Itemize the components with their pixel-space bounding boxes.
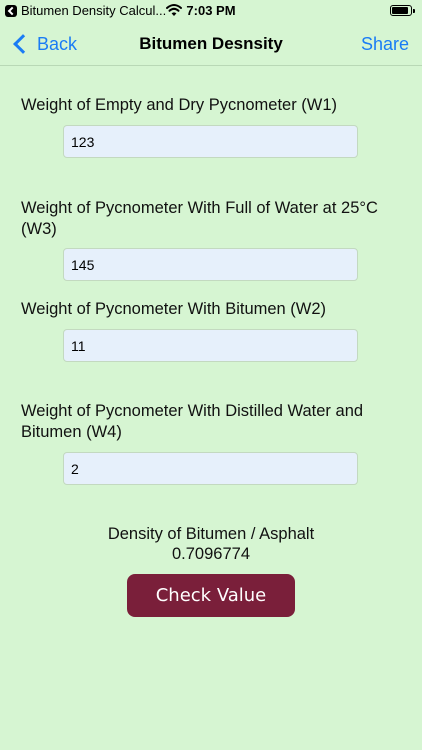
w2-label: Weight of Pycnometer With Bitumen (W2) <box>21 300 327 318</box>
check-value-button[interactable]: Check Value <box>127 574 295 617</box>
w1-input[interactable] <box>63 125 358 158</box>
w3-label: Weight of Pycnometer With Full of Water … <box>21 199 378 238</box>
status-time: 7:03 PM <box>186 3 236 18</box>
page-title: Bitumen Desnsity <box>139 34 283 53</box>
battery-icon <box>390 5 415 16</box>
w2-input[interactable] <box>63 329 358 362</box>
w4-input[interactable] <box>63 452 358 485</box>
navigation-bar: Back Bitumen Desnsity Share <box>0 22 422 66</box>
w3-input[interactable] <box>63 248 358 281</box>
w4-label: Weight of Pycnometer With Distilled Wate… <box>21 402 364 441</box>
result-value: 0.7096774 <box>172 545 250 563</box>
status-bar: Bitumen Density Calcul... 7:03 PM <box>0 0 422 22</box>
w1-label: Weight of Empty and Dry Pycnometer (W1) <box>21 96 338 114</box>
app-screen: Bitumen Density Calcul... 7:03 PM Back B… <box>0 0 422 750</box>
result-label: Density of Bitumen / Asphalt <box>107 525 315 543</box>
share-button[interactable]: Share <box>361 22 409 66</box>
